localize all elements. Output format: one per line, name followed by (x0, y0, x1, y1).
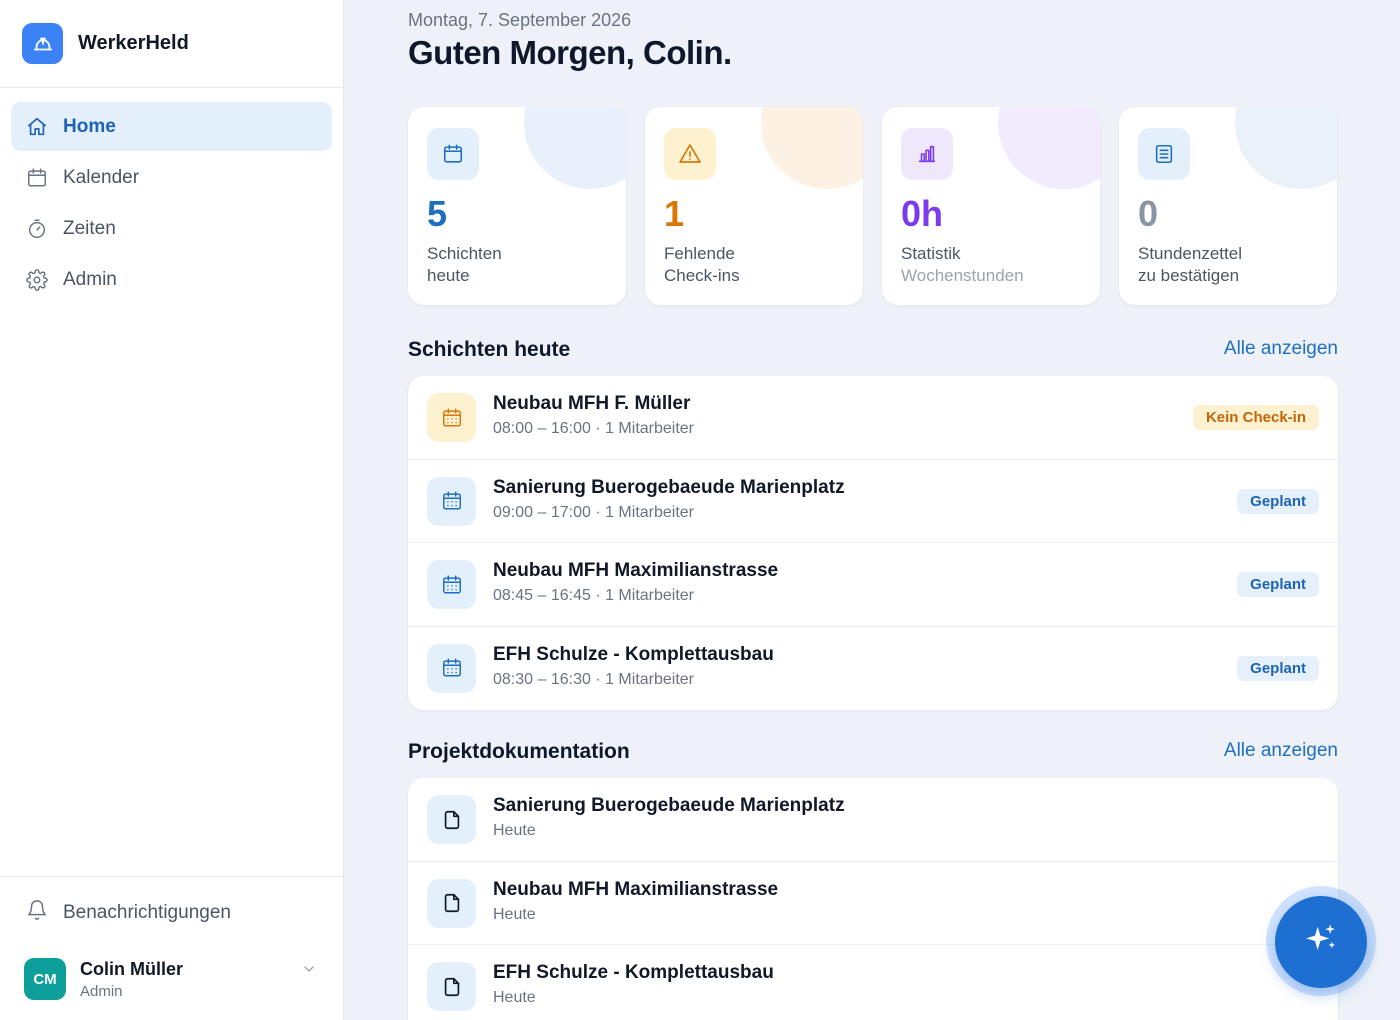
warning-icon (664, 128, 716, 180)
user-menu[interactable]: CM Colin Müller Admin (0, 949, 343, 1009)
calendar-icon (427, 128, 479, 180)
calendar-icon (427, 643, 476, 693)
doc-title: Sanierung Buerogebaeude Marienplatz (493, 795, 845, 816)
doc-date: Heute (493, 989, 536, 1006)
list-item[interactable]: EFH Schulze - Komplettausbau Heute (408, 945, 1338, 1020)
stat-card-shifts[interactable]: 5 Schichten heute (408, 107, 626, 305)
stat-sublabel: heute (427, 266, 470, 285)
shift-title: Neubau MFH Maximilianstrasse (493, 560, 779, 581)
sidebar-footer: Benachrichtigungen CM Colin Müller Admin (0, 876, 343, 1020)
home-icon (26, 116, 48, 138)
sidebar-item-home[interactable]: Home (11, 102, 332, 151)
stat-sublabel: Wochenstunden (901, 266, 1024, 285)
stat-value: 1 (664, 193, 685, 234)
app-name: WerkerHeld (78, 32, 189, 54)
calendar-icon (427, 393, 476, 442)
doc-date: Heute (493, 822, 536, 839)
shifts-section-title: Schichten heute (408, 338, 571, 361)
sidebar-item-label: Kalender (63, 166, 140, 188)
shifts-list: Neubau MFH F. Müller 08:00 – 16:00 · 1 M… (408, 376, 1338, 710)
shift-details: 08:00 – 16:00 · 1 Mitarbeiter (493, 420, 695, 437)
chevron-down-icon[interactable] (301, 961, 317, 982)
sidebar-item-label: Home (63, 115, 116, 137)
list-item[interactable]: Neubau MFH F. Müller 08:00 – 16:00 · 1 M… (408, 376, 1338, 460)
calendar-icon (26, 167, 48, 189)
shift-details: 08:30 – 16:30 · 1 Mitarbeiter (493, 670, 695, 688)
bar-chart-icon (901, 128, 953, 180)
list-item[interactable]: Sanierung Buerogebaeude Marienplatz 09:0… (408, 460, 1338, 543)
sidebar-item-kalender[interactable]: Kalender (11, 153, 332, 202)
shift-details: 08:45 – 16:45 · 1 Mitarbeiter (493, 587, 695, 604)
doc-date: Heute (493, 905, 536, 923)
gear-icon (26, 268, 48, 291)
calendar-icon (427, 476, 476, 526)
status-badge: Kein Check-in (1192, 405, 1319, 430)
hardhat-icon (22, 23, 63, 64)
status-badge: Geplant (1237, 655, 1319, 681)
decorative-blob (524, 107, 626, 189)
brand[interactable]: WerkerHeld (0, 0, 343, 88)
shift-title: EFH Schulze - Komplettausbau (493, 643, 774, 665)
ai-assistant-button[interactable] (1275, 896, 1367, 988)
stat-value: 0 (1138, 193, 1159, 234)
calendar-icon (427, 560, 476, 609)
status-badge: Geplant (1237, 572, 1319, 597)
stat-sublabel: Check-ins (664, 266, 740, 285)
list-item[interactable]: Sanierung Buerogebaeude Marienplatz Heut… (408, 778, 1338, 862)
list-item[interactable]: Neubau MFH Maximilianstrasse Heute (408, 862, 1338, 945)
file-icon (427, 795, 476, 844)
shifts-view-all-link[interactable]: Alle anzeigen (1224, 338, 1338, 360)
stat-value: 0h (901, 193, 944, 234)
sidebar: WerkerHeld Home Kalender Zeiten Admin Be… (0, 0, 344, 1020)
stat-card-timesheets[interactable]: 0 Stundenzettel zu bestätigen (1119, 107, 1337, 305)
decorative-blob (1235, 107, 1337, 189)
stopwatch-icon (26, 218, 48, 240)
sidebar-item-label: Admin (63, 268, 117, 290)
stat-label: Fehlende (664, 244, 735, 263)
notifications-label: Benachrichtigungen (63, 902, 231, 923)
shift-details: 09:00 – 17:00 · 1 Mitarbeiter (493, 503, 695, 521)
stats-row: 5 Schichten heute 1 Fehlende Check-ins 0… (408, 107, 1338, 305)
stat-value: 5 (427, 193, 448, 234)
stat-sublabel: zu bestätigen (1138, 266, 1240, 285)
sidebar-item-zeiten[interactable]: Zeiten (11, 204, 332, 253)
stat-label: Schichten (427, 244, 502, 263)
file-icon (427, 962, 476, 1011)
stat-card-missing-checkins[interactable]: 1 Fehlende Check-ins (645, 107, 863, 305)
current-date: Montag, 7. September 2026 (408, 10, 632, 30)
notifications-button[interactable]: Benachrichtigungen (0, 877, 343, 949)
stat-label: Statistik (901, 244, 961, 263)
docs-view-all-link[interactable]: Alle anzeigen (1224, 740, 1338, 762)
shift-title: Neubau MFH F. Müller (493, 393, 691, 414)
avatar: CM (24, 958, 66, 1000)
list-item[interactable]: Neubau MFH Maximilianstrasse 08:45 – 16:… (408, 543, 1338, 627)
status-badge: Geplant (1237, 488, 1319, 514)
shift-title: Sanierung Buerogebaeude Marienplatz (493, 476, 845, 498)
docs-section-title: Projektdokumentation (408, 740, 630, 763)
user-role: Admin (80, 982, 123, 1000)
document-icon (1138, 128, 1190, 180)
doc-title: Neubau MFH Maximilianstrasse (493, 878, 779, 900)
bell-icon (26, 899, 48, 927)
decorative-blob (761, 107, 863, 189)
sidebar-item-admin[interactable]: Admin (11, 255, 332, 304)
list-item[interactable]: EFH Schulze - Komplettausbau 08:30 – 16:… (408, 627, 1338, 711)
page-title: Guten Morgen, Colin. (408, 34, 732, 71)
decorative-blob (998, 107, 1100, 189)
docs-list: Sanierung Buerogebaeude Marienplatz Heut… (408, 778, 1338, 1020)
stat-card-weekly-hours[interactable]: 0h Statistik Wochenstunden (882, 107, 1100, 305)
sidebar-item-label: Zeiten (63, 217, 116, 239)
user-name: Colin Müller (80, 958, 183, 979)
stat-label: Stundenzettel (1138, 244, 1242, 263)
doc-title: EFH Schulze - Komplettausbau (493, 962, 774, 983)
sparkle-icon (1301, 920, 1341, 965)
file-icon (427, 878, 476, 928)
main-nav: Home Kalender Zeiten Admin (0, 88, 343, 320)
